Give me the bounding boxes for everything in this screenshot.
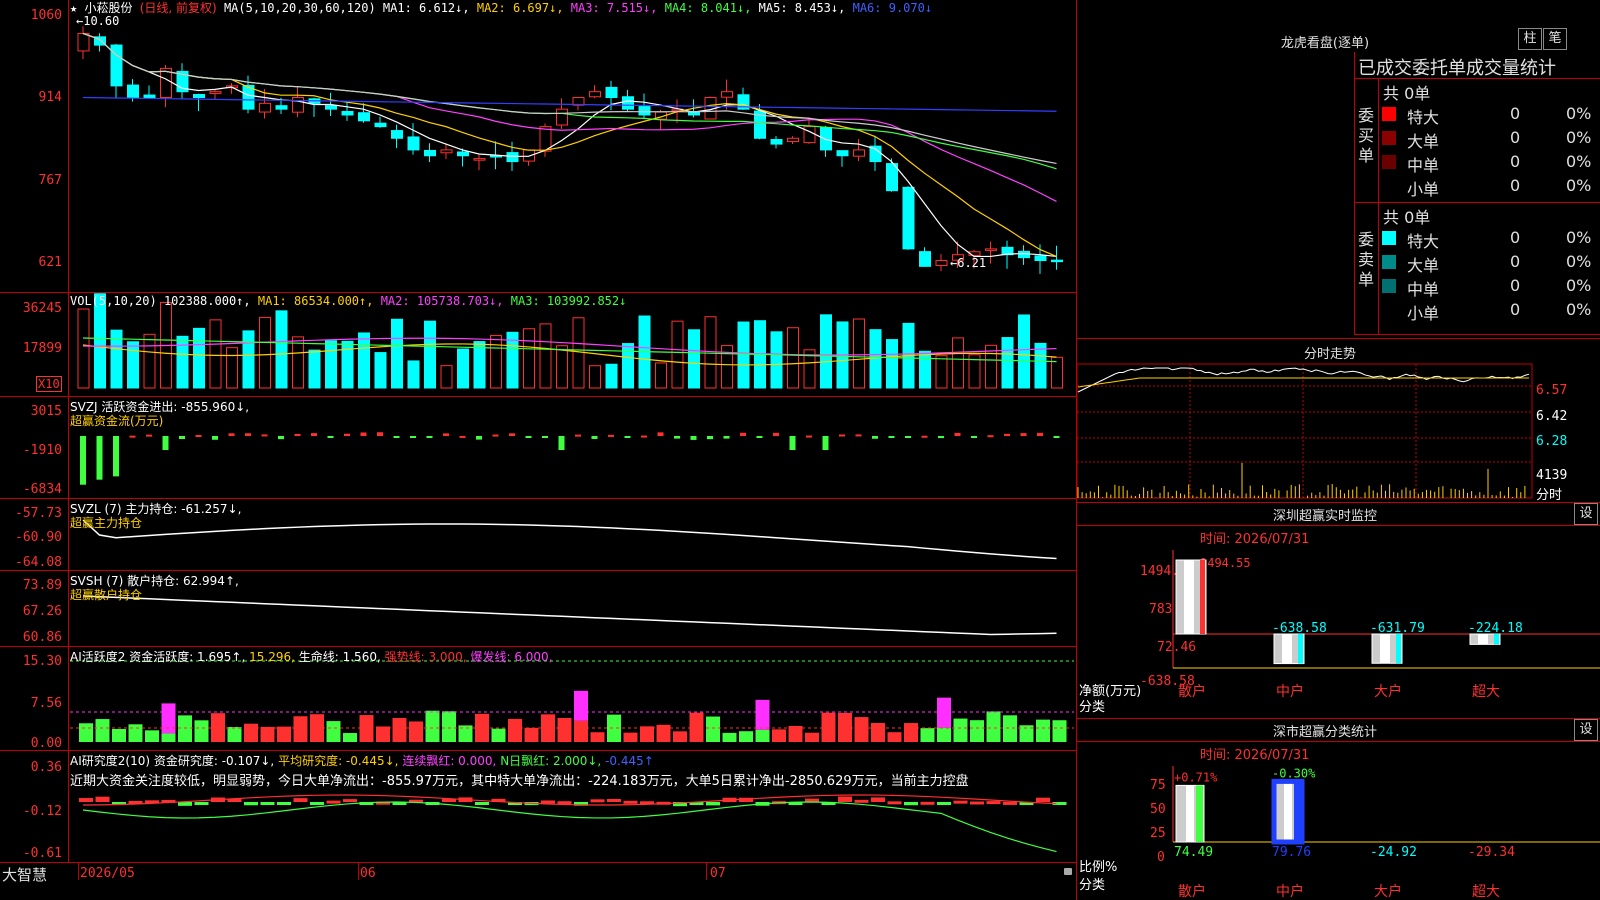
category-chart: +0.71% 74.49 散户 -0.30% 79.76 中户 -24.92 大户 -29.34… [1172,766,1600,900]
category-value: -24.92 [1370,845,1417,860]
category-name: 超大 [1472,884,1500,900]
category-name: 散户 [1178,883,1206,900]
category-top-label: +0.71% [1174,770,1218,784]
category-value: -29.34 [1468,845,1515,860]
category-value: 79.76 [1272,845,1311,860]
category-bar-shine [1284,781,1292,842]
category-value: 74.49 [1174,845,1213,860]
category-top-label: -0.30% [1272,766,1316,780]
category-name: 中户 [1276,883,1304,900]
category-name: 大户 [1374,883,1402,900]
category-bar-shine [1186,785,1194,842]
category-bar-edge [1196,785,1203,842]
